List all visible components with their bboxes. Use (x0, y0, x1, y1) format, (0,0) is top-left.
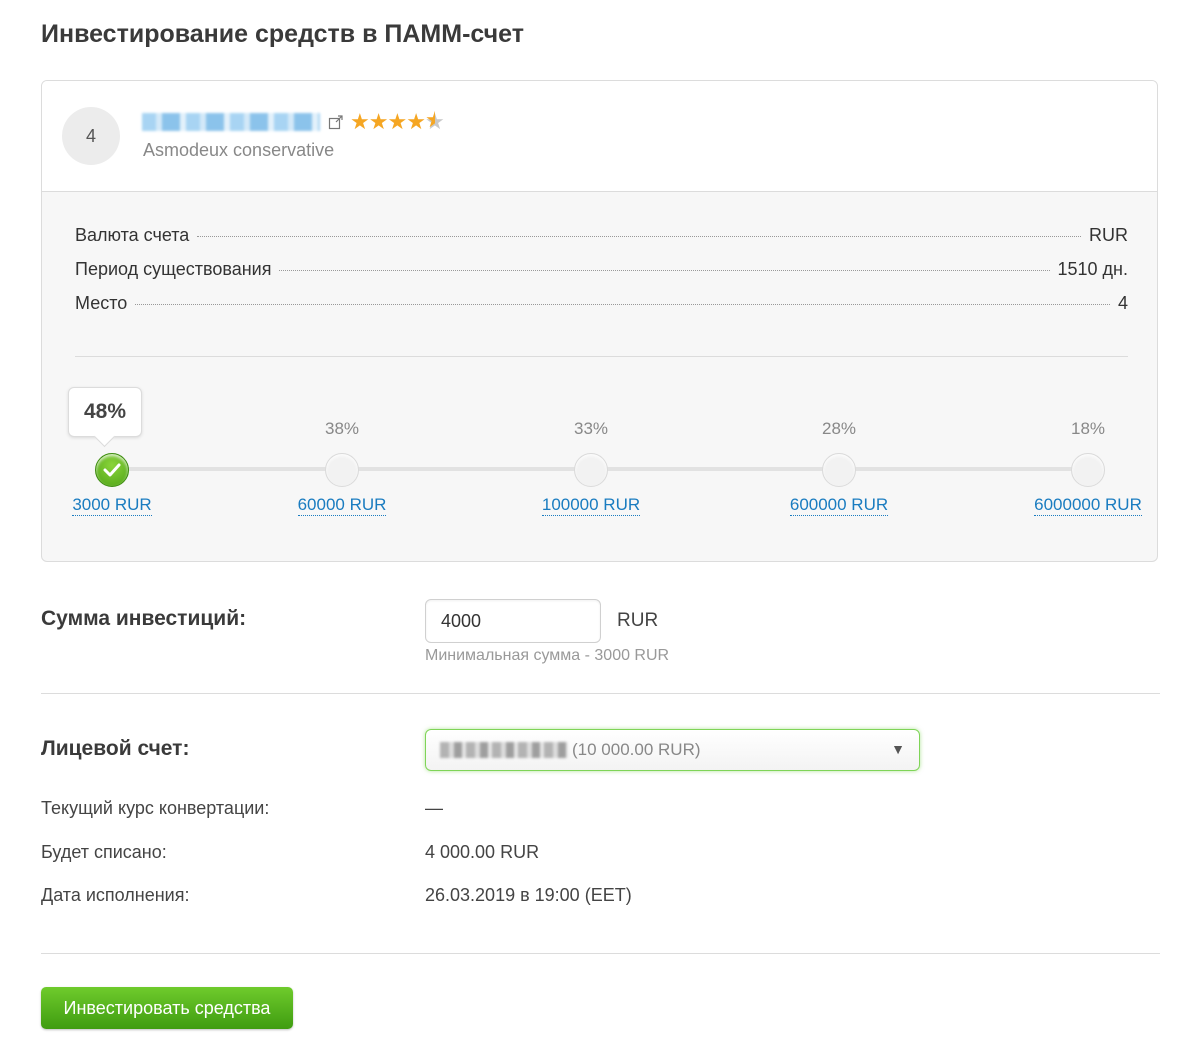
tier-percent: 18% (1070, 419, 1106, 438)
info-value: 1510 дн. (1057, 259, 1129, 279)
rank-badge: 4 (62, 107, 120, 165)
amount-label: Сумма инвестиций: (41, 607, 247, 630)
tier-knob[interactable] (1071, 453, 1105, 487)
tier-1: 48% 3000 RUR (42, 381, 212, 531)
tier-percent: 28% (821, 419, 857, 438)
tier-amount-link[interactable]: 600000 RUR (739, 495, 939, 516)
conversion-rate-label: Текущий курс конвертации: (41, 798, 270, 818)
tier-amount-text[interactable]: 3000 RUR (72, 495, 152, 516)
tier-amount-text[interactable]: 6000000 RUR (1034, 495, 1142, 516)
tier-amount-text[interactable]: 100000 RUR (541, 495, 641, 516)
tier-2: 38% 60000 RUR (242, 381, 442, 531)
tier-amount-text[interactable]: 60000 RUR (297, 495, 387, 516)
section-divider (41, 953, 1160, 954)
info-value: 4 (1117, 293, 1128, 313)
account-select[interactable]: (10 000.00 RUR) ▼ (425, 729, 920, 771)
dotted-leader (279, 270, 1050, 271)
active-tier-bubble: 48% (68, 387, 142, 437)
tier-percent: 38% (324, 419, 360, 438)
info-row-place: Место 4 (75, 293, 1128, 327)
tier-amount-link[interactable]: 3000 RUR (42, 495, 212, 516)
star-icon: ★ (350, 109, 370, 134)
account-info-list: Валюта счета RUR Период существования 15… (75, 225, 1128, 327)
account-number-blurred (440, 742, 568, 758)
info-value: RUR (1089, 225, 1128, 245)
info-label: Место (75, 293, 128, 313)
pamm-account-card: 4 ★★★★★ Asmodeux conservative Валюта сче… (41, 80, 1158, 562)
debit-amount-label: Будет списано: (41, 842, 167, 862)
debit-amount-value: 4 000.00 RUR (425, 842, 540, 862)
strategy-name: Asmodeux conservative (143, 140, 335, 160)
section-divider (41, 693, 1160, 694)
tier-percent: 33% (573, 419, 609, 438)
conversion-rate-value: — (425, 798, 443, 818)
tier-amount-link[interactable]: 100000 RUR (491, 495, 691, 516)
star-icon: ★ (387, 109, 407, 134)
info-label: Валюта счета (75, 225, 190, 245)
tier-amount-link[interactable]: 60000 RUR (242, 495, 442, 516)
dropdown-arrow-icon[interactable]: ▼ (891, 741, 905, 757)
tier-amount-link[interactable]: 6000000 RUR (988, 495, 1157, 516)
star-icon: ★ (406, 109, 426, 134)
info-row-period: Период существования 1510 дн. (75, 259, 1128, 293)
tier-5: 18% 6000000 RUR (988, 381, 1157, 531)
account-header: 4 ★★★★★ Asmodeux conservative (42, 81, 1157, 192)
tier-3: 33% 100000 RUR (491, 381, 691, 531)
tier-amount-text[interactable]: 600000 RUR (789, 495, 889, 516)
dotted-leader (135, 304, 1110, 305)
info-label: Период существования (75, 259, 272, 279)
info-row-currency: Валюта счета RUR (75, 225, 1128, 259)
check-icon (103, 463, 121, 477)
external-link-icon[interactable] (328, 114, 344, 130)
tier-knob[interactable] (822, 453, 856, 487)
execution-date-label: Дата исполнения: (41, 885, 190, 905)
amount-currency: RUR (617, 610, 659, 631)
fee-tier-slider[interactable]: 48% 3000 RUR 38% 60000 RUR 33% 100000 RU… (42, 381, 1157, 551)
card-divider (75, 356, 1128, 357)
tier-knob-active[interactable] (95, 453, 129, 487)
execution-date-value: 26.03.2019 в 19:00 (EET) (425, 885, 632, 905)
dotted-leader (197, 236, 1081, 237)
invest-button[interactable]: Инвестировать средства (41, 987, 293, 1029)
account-balance: (10 000.00 RUR) (572, 740, 701, 759)
account-name-row: ★★★★★ (142, 109, 445, 134)
tier-knob[interactable] (325, 453, 359, 487)
tier-4: 28% 600000 RUR (739, 381, 939, 531)
rating-stars: ★★★★★ (350, 109, 445, 134)
account-name-link[interactable] (142, 113, 320, 131)
page-title: Инвестирование средств в ПАММ-счет (41, 20, 524, 48)
star-icon: ★ (368, 109, 389, 134)
half-star-icon: ★ (425, 109, 445, 134)
account-label: Лицевой счет: (41, 737, 190, 760)
minimum-amount-hint: Минимальная сумма - 3000 RUR (425, 647, 670, 664)
amount-input[interactable] (425, 599, 601, 643)
tier-knob[interactable] (574, 453, 608, 487)
